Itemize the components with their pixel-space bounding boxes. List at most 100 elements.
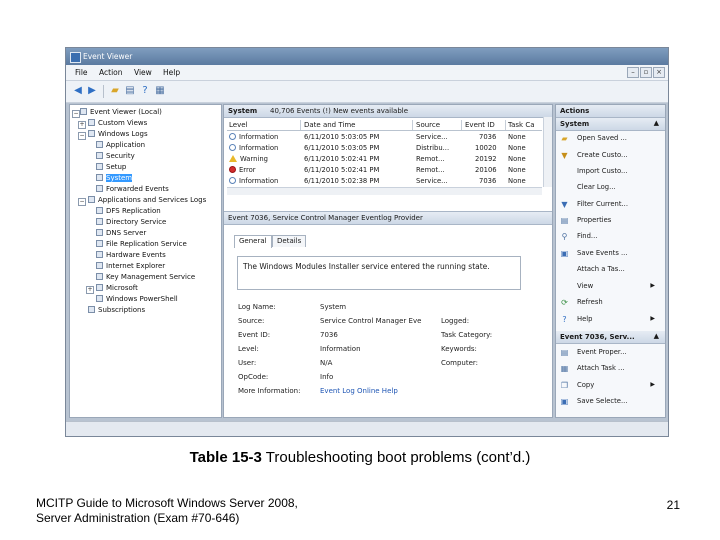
tree-item-directory-service[interactable]: Directory Service	[96, 218, 166, 226]
tree-item-system[interactable]: System	[96, 174, 133, 182]
tree-item-hardware-events[interactable]: Hardware Events	[96, 251, 166, 259]
table-row[interactable]: Information 6/11/2010 5:03:05 PM Distrib…	[227, 143, 542, 154]
tree-item-label: Windows Logs	[98, 130, 148, 138]
action-find[interactable]: ⚲ Find...	[559, 230, 659, 243]
action-filter-current-log[interactable]: ▼ Filter Current...	[559, 198, 659, 211]
column-separator[interactable]	[505, 120, 506, 130]
collapse-icon[interactable]: ▲	[654, 332, 659, 340]
title-bar: Event Viewer	[66, 48, 668, 65]
action-attach-task[interactable]: Attach a Tas...	[559, 263, 659, 276]
slide-caption: Table 15-3 Troubleshooting boot problems…	[0, 449, 720, 466]
menu-file[interactable]: File	[75, 68, 88, 77]
tree-item-forwarded-events[interactable]: Forwarded Events	[96, 185, 169, 193]
events-vertical-scrollbar[interactable]	[543, 117, 552, 187]
action-create-custom-view[interactable]: ▼ Create Custo...	[559, 149, 659, 162]
event-properties-icon: ▤	[560, 348, 569, 357]
action-refresh[interactable]: ⟳ Refresh	[559, 296, 659, 309]
action-view[interactable]: View ▶	[559, 280, 659, 293]
table-row[interactable]: Error 6/11/2010 5:02:41 PM Remot... 2010…	[227, 165, 542, 176]
level-text: Information	[239, 177, 279, 185]
column-event-id[interactable]: Event ID	[465, 121, 495, 129]
menu-view[interactable]: View	[134, 68, 152, 77]
help-icon[interactable]: ?	[139, 85, 151, 97]
events-pane-header: System 40,706 Events (!) New events avai…	[224, 105, 552, 118]
event-viewer-screenshot: Event Viewer File Action View Help – ▫ ×…	[65, 47, 669, 437]
close-button[interactable]: ×	[653, 67, 665, 78]
tree-collapse-toggle[interactable]: −	[78, 198, 86, 206]
tree-item-custom-views[interactable]: Custom Views	[88, 119, 147, 127]
tree-item-root[interactable]: Event Viewer (Local)	[80, 108, 162, 116]
event-log-online-help-link[interactable]: Event Log Online Help	[320, 387, 398, 395]
tree-item-key-management[interactable]: Key Management Service	[96, 273, 195, 281]
action-attach-task-to-event[interactable]: ▦ Attach Task ...	[559, 362, 659, 375]
table-row[interactable]: Information 6/11/2010 5:03:05 PM Service…	[227, 132, 542, 143]
log-icon	[96, 185, 103, 192]
tree-collapse-toggle[interactable]: −	[78, 132, 86, 140]
action-properties[interactable]: ▤ Properties	[559, 214, 659, 227]
tree-expand-toggle[interactable]: +	[86, 286, 94, 294]
menu-action[interactable]: Action	[99, 68, 123, 77]
folder-icon[interactable]: ▰	[109, 85, 121, 97]
action-event-properties[interactable]: ▤ Event Proper...	[559, 346, 659, 359]
action-import-custom-view[interactable]: Import Custo...	[559, 165, 659, 178]
level-text: Error	[239, 166, 256, 174]
action-label: Attach a Tas...	[577, 265, 625, 273]
action-label: Save Events ...	[577, 249, 628, 257]
actions-section-event[interactable]: Event 7036, Serv... ▲	[556, 331, 665, 344]
action-save-selected[interactable]: ▣ Save Selecte...	[559, 395, 659, 408]
action-help[interactable]: ? Help ▶	[559, 313, 659, 326]
column-separator[interactable]	[412, 120, 413, 130]
tree-item-windows-powershell[interactable]: Windows PowerShell	[96, 295, 178, 303]
action-label: Filter Current...	[577, 200, 629, 208]
view-icon[interactable]: ▦	[154, 85, 166, 97]
event-id-cell: 20106	[475, 166, 497, 174]
tree-expand-toggle[interactable]: +	[78, 121, 86, 129]
action-clear-log[interactable]: Clear Log...	[559, 181, 659, 194]
tree-item-subscriptions[interactable]: Subscriptions	[88, 306, 145, 314]
properties-icon[interactable]: ▤	[124, 85, 136, 97]
events-horizontal-scrollbar[interactable]	[227, 187, 542, 195]
tree-item-application[interactable]: Application	[96, 141, 145, 149]
column-separator[interactable]	[461, 120, 462, 130]
tab-general[interactable]: General	[234, 235, 272, 248]
event-message-box[interactable]: The Windows Modules Installer service en…	[237, 256, 521, 290]
column-separator[interactable]	[300, 120, 301, 130]
action-label: Refresh	[577, 298, 603, 306]
tree-collapse-toggle[interactable]: −	[72, 110, 80, 118]
source-value: Service Control Manager Eve	[320, 317, 422, 325]
log-icon	[96, 174, 103, 181]
tree-item-dns-server[interactable]: DNS Server	[96, 229, 146, 237]
tree-item-setup[interactable]: Setup	[96, 163, 126, 171]
column-date[interactable]: Date and Time	[304, 121, 355, 129]
restore-button[interactable]: ▫	[640, 67, 652, 78]
tab-details[interactable]: Details	[272, 235, 307, 247]
tree-item-microsoft[interactable]: Microsoft	[96, 284, 138, 292]
forward-icon[interactable]: ▶	[86, 85, 98, 97]
tree-item-file-replication[interactable]: File Replication Service	[96, 240, 187, 248]
task-icon: ▦	[560, 364, 569, 373]
more-info-label: More Information:	[238, 387, 301, 395]
column-source[interactable]: Source	[416, 121, 440, 129]
level-cell: Warning	[229, 155, 299, 163]
tree-item-apps-services[interactable]: Applications and Services Logs	[88, 196, 206, 204]
actions-section-system[interactable]: System ▲	[556, 118, 665, 131]
tree-item-windows-logs[interactable]: Windows Logs	[88, 130, 148, 138]
level-text: Warning	[240, 155, 268, 163]
menu-help[interactable]: Help	[163, 68, 180, 77]
date-cell: 6/11/2010 5:03:05 PM	[304, 144, 380, 152]
column-level[interactable]: Level	[229, 121, 247, 129]
tree-item-dfs-replication[interactable]: DFS Replication	[96, 207, 161, 215]
collapse-icon[interactable]: ▲	[654, 119, 659, 127]
back-icon[interactable]: ◀	[72, 85, 84, 97]
level-cell: Error	[229, 166, 299, 174]
tree-item-security[interactable]: Security	[96, 152, 135, 160]
tree-item-internet-explorer[interactable]: Internet Explorer	[96, 262, 165, 270]
action-save-events[interactable]: ▣ Save Events ...	[559, 247, 659, 260]
events-table-header: Level Date and Time Source Event ID Task…	[227, 120, 542, 131]
minimize-button[interactable]: –	[627, 67, 639, 78]
action-open-saved-log[interactable]: ▰ Open Saved ...	[559, 132, 659, 145]
table-row[interactable]: Warning 6/11/2010 5:02:41 PM Remot... 20…	[227, 154, 542, 165]
table-row[interactable]: Information 6/11/2010 5:02:38 PM Service…	[227, 176, 542, 187]
action-copy[interactable]: ❐ Copy ▶	[559, 379, 659, 392]
column-task-category[interactable]: Task Ca	[508, 121, 535, 129]
